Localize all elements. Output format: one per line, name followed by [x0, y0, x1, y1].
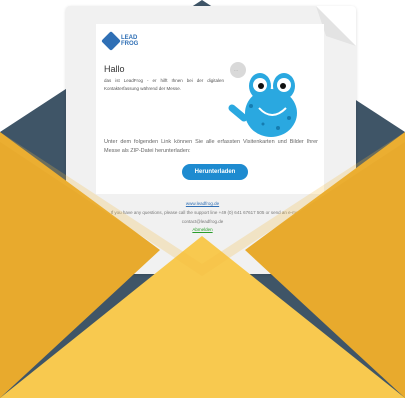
- frog-illustration: ···: [226, 58, 312, 146]
- website-link[interactable]: www.leadfrog.de: [0, 201, 405, 206]
- speech-bubble-icon: [230, 62, 246, 78]
- greeting: Hallo: [104, 64, 125, 74]
- download-button[interactable]: Herunterladen: [182, 164, 248, 180]
- email-card: LEAD FROG Hallo das ist LeadFrog - er hi…: [96, 24, 324, 194]
- svg-text:···: ···: [234, 68, 238, 73]
- intro-text: das ist LeadFrog - er hilft Ihnen bei de…: [104, 78, 224, 91]
- logo-text: LEAD FROG: [121, 35, 139, 47]
- unsubscribe-link[interactable]: Abmelden: [0, 227, 405, 232]
- contact-email[interactable]: contact@leadfrog.de: [0, 219, 405, 224]
- leadfrog-logo: LEAD FROG: [101, 31, 143, 51]
- support-text: If you have any questions, please call t…: [110, 210, 306, 215]
- envelope-scene: LEAD FROG Hallo das ist LeadFrog - er hi…: [0, 0, 405, 398]
- download-instructions: Unter dem folgenden Link können Sie alle…: [104, 139, 318, 154]
- leadfrog-logo-icon: [101, 31, 121, 51]
